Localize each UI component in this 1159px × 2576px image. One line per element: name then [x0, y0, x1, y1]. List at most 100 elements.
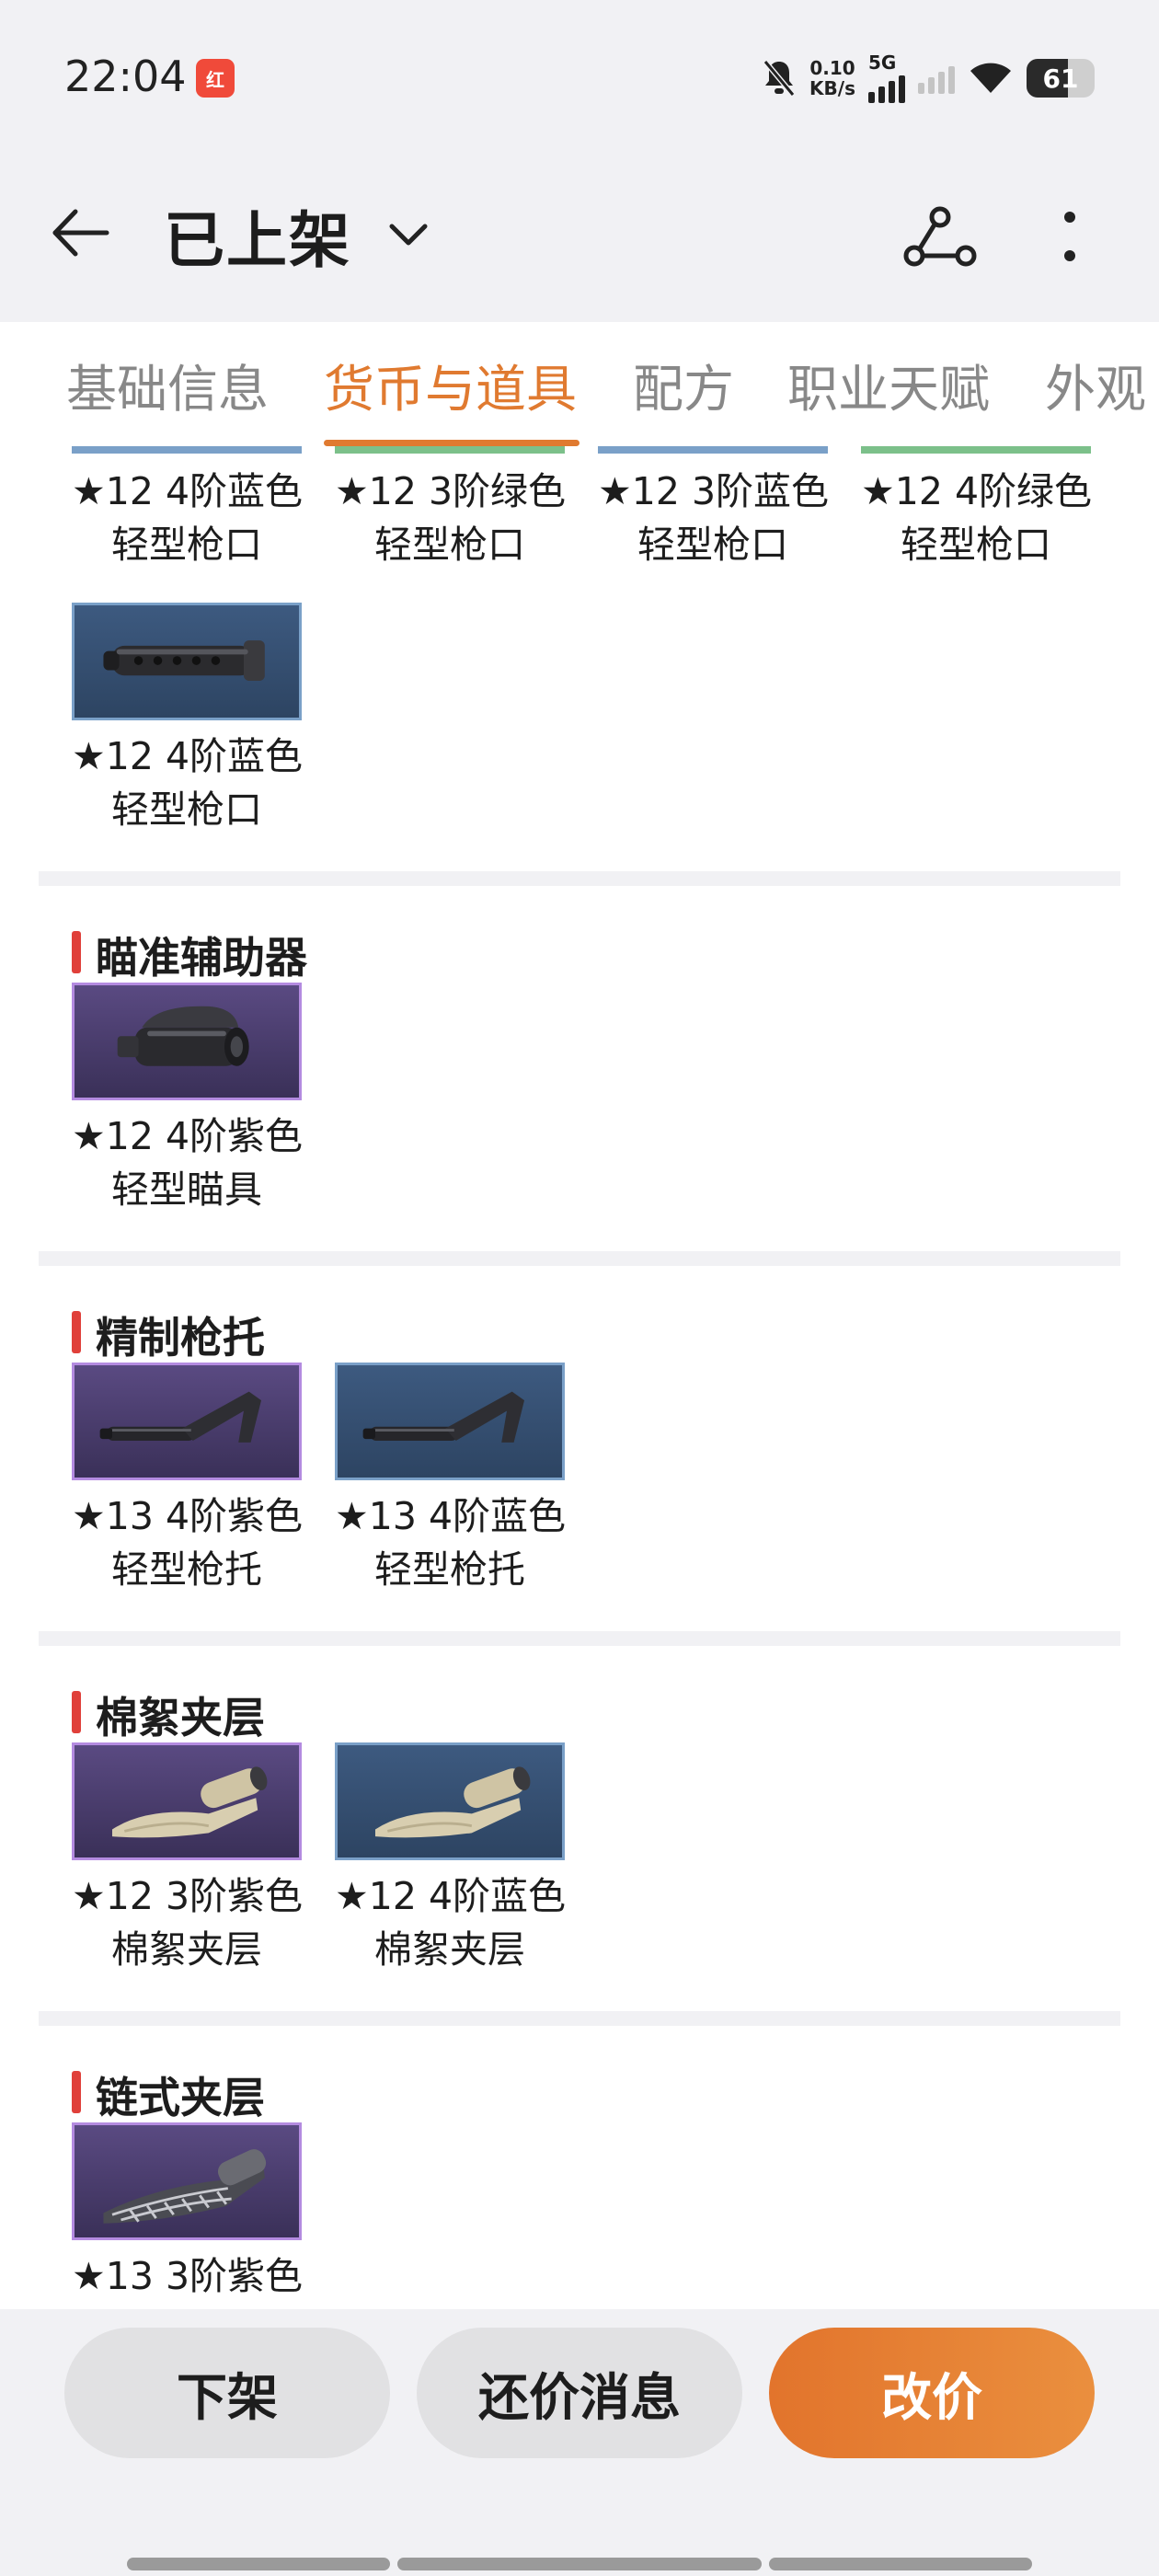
item-card[interactable]: ★12 3阶蓝色 轻型枪口 — [598, 446, 830, 571]
battery-level: 61 — [1042, 63, 1079, 94]
cloth-roll-icon — [374, 1766, 531, 1838]
item-list[interactable]: ★12 4阶蓝色 轻型枪口 ★12 3阶绿色 轻型枪口 ★12 3阶蓝色 轻型枪… — [0, 446, 1159, 2309]
item-label: ★12 4阶蓝色 棉絮夹层 — [335, 1869, 567, 1976]
tab-currency-items[interactable]: 货币与道具 — [324, 348, 577, 421]
cloth-roll-icon — [111, 1766, 268, 1838]
nav-indicator — [127, 2558, 390, 2570]
bottom-action-bar: 下架 还价消息 改价 — [0, 2309, 1159, 2576]
share-icon[interactable] — [903, 204, 977, 269]
muzzle-icon — [103, 640, 265, 681]
item-type: 轻型枪口 — [901, 523, 1051, 567]
status-icons: 0.10 KB/s 5G 61 — [762, 51, 1095, 106]
section-divider — [39, 2011, 1120, 2026]
item-card[interactable]: ★12 4阶蓝色 轻型枪口 — [72, 446, 304, 571]
app-notification-icon: 红 — [196, 59, 235, 98]
item-thumbnail — [335, 1363, 565, 1480]
section-divider — [39, 1251, 1120, 1266]
nav-indicator — [769, 2558, 1032, 2570]
stock-icon — [99, 1391, 262, 1443]
category-tabs: 基础信息 货币与道具 配方 职业天赋 外观 — [0, 322, 1159, 446]
item-type: 轻型枪口 — [637, 523, 788, 567]
item-label: ★12 4阶紫色 轻型瞄具 — [72, 1110, 304, 1216]
network-type: 5G — [868, 52, 897, 74]
wifi-icon — [970, 63, 1011, 93]
item-card[interactable]: ★12 4阶蓝色 棉絮夹层 — [335, 1742, 567, 1976]
item-grade: ★12 4阶紫色 — [72, 1114, 304, 1158]
item-grade: ★12 4阶蓝色 — [72, 734, 304, 778]
item-type: 轻型枪口 — [111, 788, 262, 832]
back-arrow-icon[interactable] — [48, 201, 112, 265]
item-type: 轻型瞄具 — [111, 1167, 262, 1212]
app-header: 已上架 — [0, 156, 1159, 322]
section-marker — [72, 2071, 81, 2113]
item-thumbnail — [72, 2122, 302, 2240]
item-type: 轻型枪口 — [374, 523, 525, 567]
scope-icon — [117, 1006, 249, 1066]
item-grade: ★12 4阶蓝色 — [72, 469, 304, 513]
item-type: 轻型枪口 — [111, 523, 262, 567]
more-vertical-icon[interactable] — [1056, 204, 1084, 269]
item-card[interactable]: ★13 4阶蓝色 轻型枪托 — [335, 1363, 567, 1596]
item-card[interactable]: ★12 3阶绿色 轻型枪口 — [335, 446, 567, 571]
item-card[interactable]: ★12 3阶紫色 棉絮夹层 — [72, 1742, 304, 1976]
chevron-down-icon[interactable] — [384, 210, 432, 258]
item-thumbnail — [72, 1742, 302, 1860]
item-grade: ★12 3阶紫色 — [72, 1874, 304, 1918]
item-card[interactable]: ★13 4阶紫色 轻型枪托 — [72, 1363, 304, 1596]
signal-secondary-icon — [918, 63, 955, 94]
section-title: 棉絮夹层 — [96, 1693, 265, 1742]
battery-icon: 61 — [1027, 59, 1095, 98]
item-type: 轻型枪托 — [374, 1547, 525, 1592]
item-card[interactable]: ★12 4阶蓝色 轻型枪口 — [72, 603, 304, 836]
item-grade: ★12 3阶绿色 — [335, 469, 567, 513]
item-grade: ★13 3阶紫色 — [72, 2254, 304, 2298]
status-time: 22:04 — [64, 52, 187, 101]
active-tab-indicator — [324, 440, 580, 446]
page-title[interactable]: 已上架 — [164, 191, 351, 280]
signal-icon — [868, 72, 905, 103]
tab-recipes[interactable]: 配方 — [633, 348, 734, 421]
delist-button[interactable]: 下架 — [64, 2328, 390, 2458]
section-title: 瞄准辅助器 — [96, 933, 307, 983]
net-speed: 0.10 KB/s — [809, 58, 855, 98]
item-label: ★12 3阶绿色 轻型枪口 — [335, 465, 567, 571]
item-card[interactable]: ★13 3阶紫色 — [72, 2122, 304, 2303]
item-grade: ★13 4阶蓝色 — [335, 1494, 567, 1538]
section-divider — [39, 871, 1120, 886]
chain-mesh-icon — [103, 2149, 267, 2224]
item-label: ★13 3阶紫色 — [72, 2249, 304, 2303]
change-price-button[interactable]: 改价 — [769, 2328, 1095, 2458]
item-label: ★13 4阶蓝色 轻型枪托 — [335, 1489, 567, 1596]
item-thumbnail — [72, 983, 302, 1100]
section-divider — [39, 1631, 1120, 1646]
item-grade: ★12 3阶蓝色 — [598, 469, 830, 513]
status-bar: 22:04 红 0.10 KB/s 5G 61 — [0, 0, 1159, 156]
bell-muted-icon — [763, 60, 796, 97]
item-grade: ★12 4阶蓝色 — [335, 1874, 567, 1918]
net-speed-unit: KB/s — [809, 77, 855, 99]
tab-talents[interactable]: 职业天赋 — [787, 348, 990, 421]
item-thumbnail — [72, 1363, 302, 1480]
item-card[interactable]: ★12 4阶绿色 轻型枪口 — [861, 446, 1093, 571]
item-label: ★12 3阶蓝色 轻型枪口 — [598, 465, 830, 571]
tab-basic-info[interactable]: 基础信息 — [66, 348, 269, 421]
counter-offer-button[interactable]: 还价消息 — [417, 2328, 742, 2458]
item-grade: ★13 4阶紫色 — [72, 1494, 304, 1538]
item-label: ★12 3阶紫色 棉絮夹层 — [72, 1869, 304, 1976]
item-card[interactable]: ★12 4阶紫色 轻型瞄具 — [72, 983, 304, 1216]
section-marker — [72, 931, 81, 973]
stock-icon — [362, 1391, 525, 1443]
item-grade: ★12 4阶绿色 — [861, 469, 1093, 513]
tab-appearance[interactable]: 外观 — [1045, 348, 1146, 421]
nav-indicator — [397, 2558, 762, 2570]
item-type: 棉絮夹层 — [374, 1927, 525, 1972]
section-title: 链式夹层 — [96, 2073, 265, 2122]
item-label: ★12 4阶蓝色 轻型枪口 — [72, 730, 304, 836]
item-type: 棉絮夹层 — [111, 1927, 262, 1972]
item-type: 轻型枪托 — [111, 1547, 262, 1592]
section-title: 精制枪托 — [96, 1313, 265, 1363]
item-thumbnail — [72, 603, 302, 720]
section-marker — [72, 1311, 81, 1353]
item-label: ★12 4阶蓝色 轻型枪口 — [72, 465, 304, 571]
net-speed-value: 0.10 — [809, 57, 855, 79]
